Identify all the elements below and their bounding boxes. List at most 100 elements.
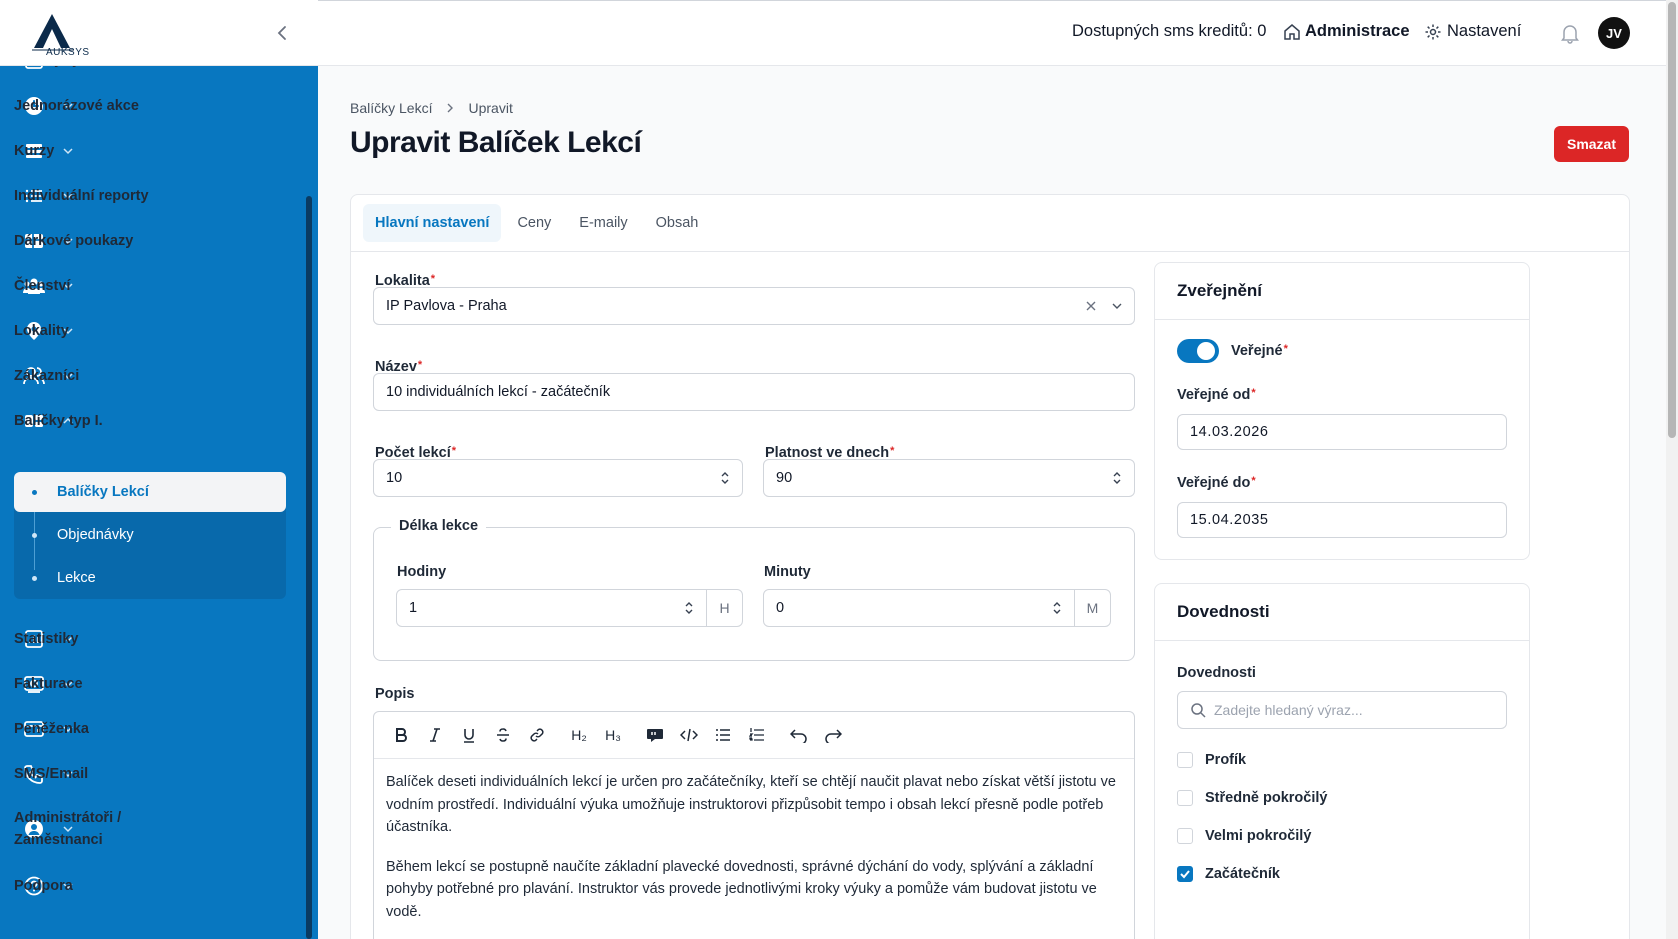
sidebar-subitem-objednavky[interactable]: Objednávky: [14, 515, 286, 555]
public-from-field[interactable]: [1177, 414, 1507, 450]
strikethrough-button[interactable]: [486, 720, 520, 750]
code-button[interactable]: [672, 720, 706, 750]
sidebar-item-label: Fakturace: [14, 676, 83, 692]
required-mark: *: [890, 445, 895, 457]
delete-button[interactable]: Smazat: [1554, 126, 1629, 162]
hours-field[interactable]: H: [396, 589, 743, 627]
checkbox[interactable]: [1177, 828, 1193, 844]
location-select-value: IP Pavlova - Praha: [386, 298, 507, 314]
tab-obsah[interactable]: Obsah: [644, 204, 711, 242]
lessons-count-field[interactable]: [373, 459, 743, 497]
bell-icon[interactable]: [1559, 22, 1581, 44]
public-to-field[interactable]: [1177, 502, 1507, 538]
admin-label: Administrace: [1305, 22, 1410, 40]
description-editor[interactable]: H₂ H₃ Balíček deseti individuálních lekc…: [373, 711, 1135, 939]
sidebar-item-fakturace[interactable]: Fakturace: [14, 664, 286, 704]
sidebar-item-administratori[interactable]: Administrátoři / Zaměstnanci: [14, 799, 286, 859]
tab-bar: Hlavní nastavení Ceny E-maily Obsah: [363, 204, 710, 242]
sidebar-scrollbar[interactable]: [306, 196, 312, 939]
skill-option-stredne-pokrocily[interactable]: Středně pokročilý: [1177, 790, 1327, 806]
lessons-count-input[interactable]: [386, 470, 742, 486]
publish-divider: [1155, 319, 1529, 320]
public-to-input[interactable]: [1190, 512, 1506, 528]
sidebar-item-individualni-reporty[interactable]: Individuální reporty: [14, 176, 286, 216]
chevron-right-icon: [444, 102, 456, 114]
public-from-input[interactable]: [1190, 424, 1506, 440]
clear-icon[interactable]: [1084, 299, 1098, 313]
checkbox[interactable]: [1177, 752, 1193, 768]
code-icon: [680, 727, 698, 743]
name-field[interactable]: [373, 373, 1135, 411]
sidebar-item-penezenka[interactable]: Peněženka: [14, 709, 286, 749]
skills-search-input[interactable]: [1214, 702, 1506, 718]
undo-button[interactable]: [782, 720, 816, 750]
redo-button[interactable]: [816, 720, 850, 750]
bold-button[interactable]: [384, 720, 418, 750]
editor-content[interactable]: Balíček deseti individuálních lekcí je u…: [386, 771, 1126, 939]
page-title: Upravit Balíček Lekcí: [350, 126, 642, 159]
page-scrollbar[interactable]: [1668, 2, 1676, 438]
sidebar-subitem-balicky-lekci[interactable]: Balíčky Lekcí: [14, 472, 286, 512]
stepper-icon[interactable]: [1050, 600, 1064, 616]
settings-link[interactable]: Nastavení: [1424, 22, 1521, 41]
sidebar-collapse-button[interactable]: [272, 22, 294, 44]
ordered-list-button[interactable]: [740, 720, 774, 750]
breadcrumb: Balíčky Lekcí Upravit: [350, 100, 513, 116]
tab-hlavni-nastaveni[interactable]: Hlavní nastavení: [363, 204, 502, 242]
brand-logo[interactable]: AUKSYS: [32, 12, 102, 56]
avatar[interactable]: JV: [1598, 17, 1630, 49]
skill-option-zacatecnik[interactable]: Začátečník: [1177, 866, 1280, 882]
sidebar-item-balicky-typ-i[interactable]: Balíčky typ I.: [14, 401, 286, 441]
stepper-icon[interactable]: [682, 600, 696, 616]
sidebar-item-label-line2: Zaměstnanci: [14, 832, 103, 848]
tab-e-maily[interactable]: E-maily: [567, 204, 639, 242]
hours-suffix: H: [706, 590, 742, 626]
skills-divider: [1155, 640, 1529, 641]
checkbox-checked[interactable]: [1177, 866, 1193, 882]
sidebar-item-statistiky[interactable]: Statistiky: [14, 619, 286, 659]
sidebar-item-jednorazove-akce[interactable]: Jednorázové akce: [14, 86, 286, 126]
link-button[interactable]: [520, 720, 554, 750]
italic-button[interactable]: [418, 720, 452, 750]
validity-field[interactable]: [763, 459, 1135, 497]
sidebar-item-sms-email[interactable]: SMS/Email: [14, 754, 286, 794]
public-toggle[interactable]: [1177, 339, 1219, 363]
sidebar-item-darkove-poukazy[interactable]: Dárkové poukazy: [14, 221, 286, 261]
validity-input[interactable]: [776, 470, 1134, 486]
underline-button[interactable]: [452, 720, 486, 750]
name-input[interactable]: [386, 384, 1134, 400]
bullet-dot-icon: [32, 532, 37, 538]
stepper-icon[interactable]: [1110, 470, 1124, 486]
sidebar-item-clenstvi[interactable]: Členství: [14, 266, 286, 306]
sidebar-item-label: Podpora: [14, 878, 73, 894]
underline-icon: [461, 727, 477, 743]
heading2-button[interactable]: H₂: [562, 720, 596, 750]
skill-option-profik[interactable]: Profík: [1177, 752, 1246, 768]
checkbox[interactable]: [1177, 790, 1193, 806]
sidebar-item-zakaznici[interactable]: Zákazníci: [14, 356, 286, 396]
bullet-list-button[interactable]: [706, 720, 740, 750]
heading3-button[interactable]: H₃: [596, 720, 630, 750]
stepper-icon[interactable]: [718, 470, 732, 486]
minutes-input[interactable]: [776, 600, 1046, 616]
sidebar-subitem-label: Objednávky: [57, 527, 134, 543]
sidebar-subitem-lekce[interactable]: Lekce: [14, 558, 286, 598]
skills-search-field[interactable]: [1177, 691, 1507, 729]
required-mark: *: [430, 273, 436, 285]
hours-input[interactable]: [409, 600, 679, 616]
strikethrough-icon: [495, 727, 511, 743]
sidebar-item-label: Administrátoři /: [14, 810, 122, 826]
admin-link[interactable]: Administrace: [1283, 22, 1410, 41]
location-select[interactable]: IP Pavlova - Praha: [373, 287, 1135, 325]
breadcrumb-parent-link[interactable]: Balíčky Lekcí: [350, 100, 432, 116]
minutes-field[interactable]: M: [763, 589, 1111, 627]
hours-label: Hodiny: [397, 564, 447, 580]
public-to-label-text: Veřejné do: [1177, 475, 1251, 491]
sidebar-item-lokality[interactable]: Lokality: [14, 311, 286, 351]
sidebar-item-kurzy[interactable]: Kurzy: [14, 131, 286, 171]
sidebar-item-podpora[interactable]: Podpora: [14, 866, 286, 906]
tab-ceny[interactable]: Ceny: [505, 204, 563, 242]
required-mark: *: [417, 359, 423, 371]
skill-option-velmi-pokrocily[interactable]: Velmi pokročilý: [1177, 828, 1311, 844]
quote-button[interactable]: [638, 720, 672, 750]
